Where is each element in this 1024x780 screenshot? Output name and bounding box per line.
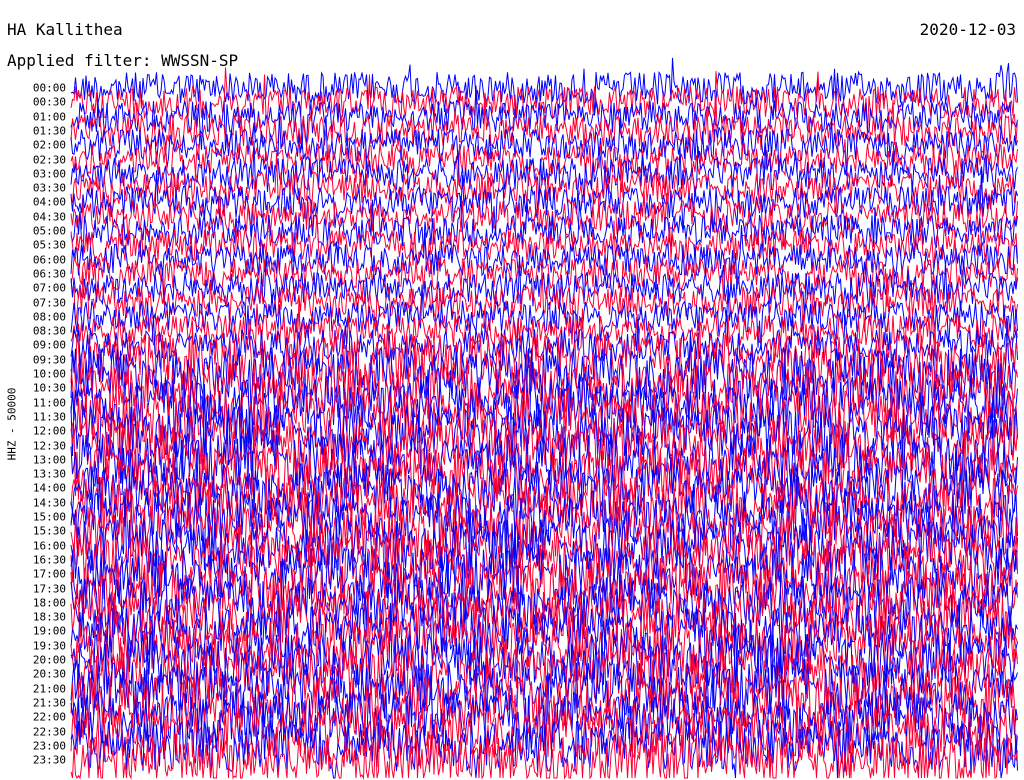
seismogram-plot — [70, 57, 1018, 780]
filter-label: Applied filter: WWSSN-SP — [7, 51, 239, 70]
